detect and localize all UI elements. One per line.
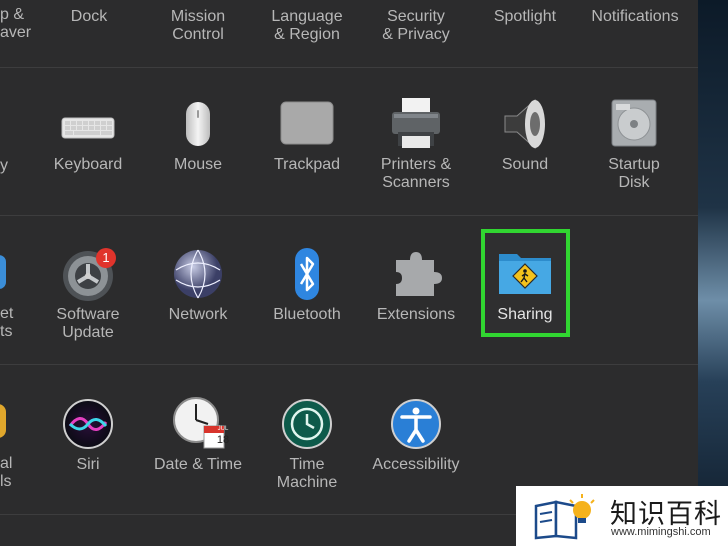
time-machine-icon	[282, 399, 332, 449]
top-edge-label: p & aver	[0, 6, 32, 41]
book-lightbulb-icon	[534, 494, 595, 540]
calendar-day: 18	[216, 434, 230, 446]
watermark: 知识百科 www.mimingshi.com	[516, 486, 728, 546]
watermark-url: www.mimingshi.com	[611, 526, 711, 538]
hard-disk-icon	[611, 99, 657, 147]
sharing-folder-icon	[499, 254, 551, 294]
pref-notifications[interactable]: Notifications	[582, 8, 688, 26]
speaker-icon	[504, 98, 545, 150]
trackpad-icon	[280, 101, 334, 145]
pref-label: Printers & Scanners	[380, 156, 452, 191]
partial-pref-icon	[0, 255, 6, 289]
bluetooth-icon	[295, 248, 319, 300]
row4-edge-label: al ls	[0, 455, 13, 490]
pref-label: Keyboard	[53, 156, 123, 173]
pref-label: Mouse	[173, 156, 223, 173]
keyboard-icon	[61, 117, 115, 139]
accessibility-icon	[391, 399, 441, 449]
siri-icon	[63, 399, 113, 449]
row3-edge-label: et ts	[0, 305, 14, 340]
row2-edge-label: y	[0, 157, 8, 174]
pref-label: Date & Time	[153, 456, 243, 473]
pref-label: Bluetooth	[273, 306, 341, 323]
mouse-icon	[186, 102, 210, 146]
pref-label: Sound	[501, 156, 549, 173]
partial-pref-icon	[0, 404, 6, 438]
pref-label: Trackpad	[273, 156, 341, 173]
pref-label: Software Update	[56, 306, 120, 341]
calendar-month: JUL	[217, 426, 229, 432]
pref-label: Time Machine	[276, 456, 338, 491]
pref-spotlight[interactable]: Spotlight	[475, 8, 575, 26]
row-divider	[0, 215, 698, 216]
pref-dock[interactable]: Dock	[40, 8, 138, 26]
pref-mission-control[interactable]: Mission Control	[148, 8, 248, 44]
system-preferences-panel: p & aver Dock Mission Control Language & Re…	[0, 0, 698, 546]
pref-language-region[interactable]: Language & Region	[257, 8, 357, 44]
puzzle-piece-icon	[396, 252, 442, 296]
pref-label: Extensions	[376, 306, 456, 323]
row-divider	[0, 364, 698, 365]
printer-icon	[392, 98, 440, 148]
update-count-badge: 1	[96, 248, 116, 268]
pref-label: Accessibility	[372, 456, 460, 473]
desktop-background	[698, 0, 728, 546]
row-divider	[0, 67, 698, 68]
pref-label: Siri	[76, 456, 100, 473]
pref-label: Sharing	[497, 306, 553, 323]
pref-security-privacy[interactable]: Security & Privacy	[366, 8, 466, 44]
network-globe-icon	[174, 249, 222, 299]
pref-label: Network	[168, 306, 228, 323]
pref-label: Startup Disk	[608, 156, 660, 191]
